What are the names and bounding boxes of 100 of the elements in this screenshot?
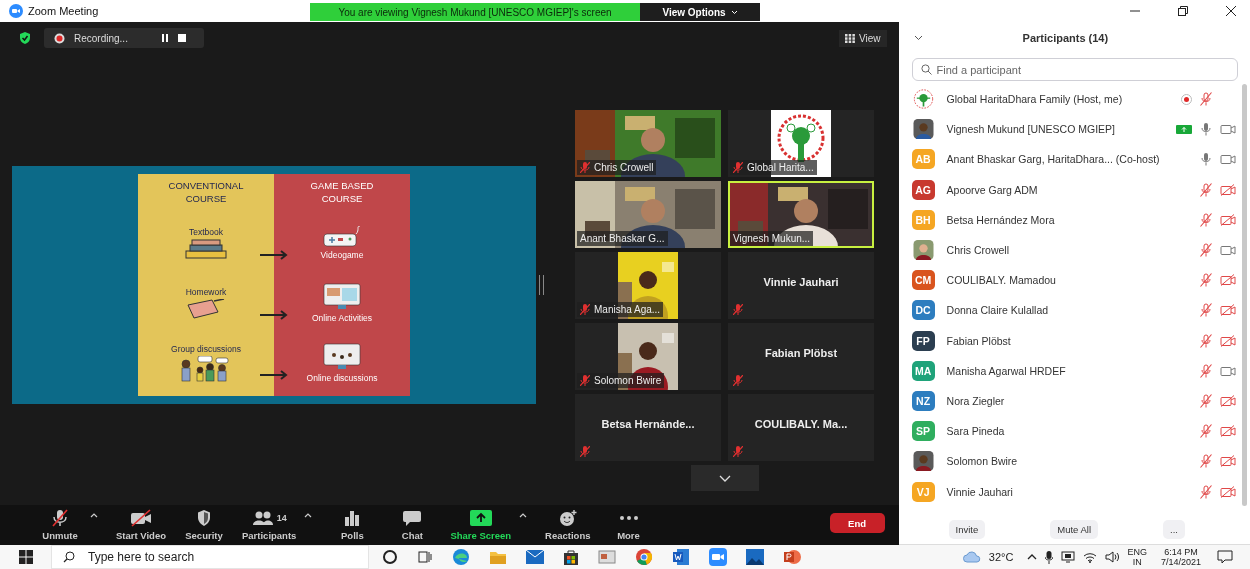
muted-mic-icon[interactable] xyxy=(1199,212,1213,227)
window-app-icon[interactable] xyxy=(598,549,616,565)
shield-icon[interactable] xyxy=(18,31,32,45)
chevron-down-icon[interactable] xyxy=(913,35,923,41)
toolbar-button[interactable]: Share Screen xyxy=(442,509,520,541)
toolbar-button[interactable]: Unmute xyxy=(30,509,90,541)
pause-icon[interactable] xyxy=(161,34,169,42)
restore-icon[interactable] xyxy=(1178,6,1188,16)
taskbar-search-field[interactable]: Type here to search xyxy=(51,545,369,569)
toolbar-button[interactable]: Security xyxy=(174,509,234,541)
avatar: FP xyxy=(911,330,935,351)
muted-mic-icon[interactable] xyxy=(1199,333,1213,348)
chevron-up-icon[interactable] xyxy=(1027,554,1038,560)
video-off-icon[interactable] xyxy=(1220,183,1236,196)
participant-name: Manisha Aga... xyxy=(594,304,661,315)
video-icon[interactable] xyxy=(1220,364,1236,377)
participant-name[interactable]: Vignesh Mukund [UNESCO MGIEP] xyxy=(946,123,1176,136)
folder-icon[interactable] xyxy=(489,549,507,565)
muted-mic-icon[interactable] xyxy=(1199,424,1213,439)
slide-heading: GAME BASED COURSE xyxy=(309,178,375,206)
sharing-banner: You are viewing Vignesh Mukund [UNESCO MGIEP]'s screen xyxy=(310,3,640,21)
scrollbar[interactable] xyxy=(1242,84,1247,506)
participant-name: Global Harita... xyxy=(747,162,814,173)
participant-name[interactable]: Manisha Agarwal HRDEF xyxy=(946,364,1199,377)
panel-button[interactable]: ... xyxy=(1163,519,1185,539)
participant-name[interactable]: Sara Pineda xyxy=(946,425,1199,438)
browser-icon[interactable] xyxy=(452,548,470,566)
monitor-icon[interactable] xyxy=(1061,551,1076,563)
clock-date[interactable]: 7/14/2021 xyxy=(1160,557,1201,567)
caret-icon[interactable] xyxy=(90,513,98,518)
toolbar-button[interactable]: Start Video xyxy=(108,509,174,541)
view-options-button[interactable]: View Options xyxy=(640,3,760,21)
participant-name[interactable]: Betsa Hernández Mora xyxy=(946,213,1199,226)
participant-name[interactable]: Solomon Bwire xyxy=(946,455,1199,468)
circle-icon[interactable] xyxy=(382,549,398,565)
video-app-icon[interactable] xyxy=(709,548,727,566)
close-icon[interactable] xyxy=(1226,6,1236,16)
participant-name[interactable]: Chris Crowell xyxy=(946,244,1199,257)
video-icon[interactable] xyxy=(1220,153,1236,166)
avatar: BH xyxy=(911,209,935,230)
split-handle[interactable] xyxy=(539,274,544,295)
photos-icon[interactable] xyxy=(746,549,764,565)
bar-chart-icon xyxy=(343,509,362,527)
video-off-icon[interactable] xyxy=(1220,274,1236,287)
muted-mic-icon[interactable] xyxy=(1199,243,1213,258)
toolbar-button[interactable]: Polls xyxy=(322,509,383,541)
view-button[interactable]: View xyxy=(839,29,887,47)
books-icon xyxy=(184,238,228,259)
end-button[interactable]: End xyxy=(829,513,885,533)
cloud-icon[interactable] xyxy=(962,551,981,563)
participant-name[interactable]: COULIBALY. Mamadou xyxy=(946,274,1199,287)
video-icon[interactable] xyxy=(1220,244,1236,257)
mail-icon[interactable] xyxy=(526,550,544,564)
muted-mic-icon[interactable] xyxy=(1199,92,1213,107)
toolbar-button[interactable]: 14 Participants xyxy=(234,509,305,541)
document-app-icon[interactable] xyxy=(672,548,690,566)
participant-name[interactable]: Anant Bhaskar Garg, HaritaDhara... (Co-host) xyxy=(946,153,1199,166)
video-icon[interactable] xyxy=(1220,123,1236,136)
video-off-icon[interactable] xyxy=(1220,455,1236,468)
video-off-icon[interactable] xyxy=(1220,213,1236,226)
video-off-icon[interactable] xyxy=(1220,425,1236,438)
participant-name[interactable]: Fabian Plöbst xyxy=(946,334,1199,347)
participant-name[interactable]: Apoorve Garg ADM xyxy=(946,183,1199,196)
muted-mic-icon[interactable] xyxy=(1199,363,1213,378)
muted-mic-icon[interactable] xyxy=(1199,182,1213,197)
clock-time[interactable]: 6:14 PM xyxy=(1164,547,1198,557)
video-off-icon[interactable] xyxy=(1220,304,1236,317)
temperature[interactable]: 32°C xyxy=(988,551,1014,563)
language-indicator[interactable]: ENG xyxy=(1127,547,1147,557)
presentation-app-icon[interactable] xyxy=(783,548,801,566)
region-indicator[interactable]: IN xyxy=(1132,557,1142,567)
toolbar-button[interactable]: Chat xyxy=(382,509,443,541)
participant-name[interactable]: Nora Ziegler xyxy=(946,394,1199,407)
muted-mic-icon[interactable] xyxy=(1199,273,1213,288)
video-off-icon[interactable] xyxy=(1220,334,1236,347)
video-off-icon[interactable] xyxy=(1220,485,1236,498)
muted-mic-icon[interactable] xyxy=(1199,303,1213,318)
mic-icon[interactable] xyxy=(1045,550,1054,564)
windows-start-icon[interactable] xyxy=(19,550,33,564)
muted-mic-icon[interactable] xyxy=(1199,393,1213,408)
toolbar-button[interactable]: More xyxy=(598,509,659,541)
participant-name[interactable]: Donna Claire Kulallad xyxy=(946,304,1199,317)
muted-mic-icon[interactable] xyxy=(1199,454,1213,469)
participant-name[interactable]: Global HaritaDhara Family (Host, me) xyxy=(946,93,1181,106)
panel-button[interactable]: Mute All xyxy=(1050,519,1099,539)
caret-icon[interactable] xyxy=(519,513,528,518)
shopping-bag-icon[interactable] xyxy=(563,549,579,565)
panel-button[interactable]: Invite xyxy=(948,519,986,539)
participant-name[interactable]: Vinnie Jauhari xyxy=(946,485,1199,498)
wifi-icon[interactable] xyxy=(1083,551,1098,563)
toolbar-button[interactable]: Reactions xyxy=(537,509,599,541)
search-field[interactable]: Find a participant xyxy=(911,58,1238,81)
panel-title: Participants (14) xyxy=(1022,32,1109,44)
video-off-icon[interactable] xyxy=(1220,394,1236,407)
speaker-icon[interactable] xyxy=(1105,551,1120,563)
chrome-browser-icon[interactable] xyxy=(635,548,653,566)
caret-icon[interactable] xyxy=(304,513,313,518)
muted-mic-icon[interactable] xyxy=(1199,484,1213,499)
notification-icon[interactable] xyxy=(1217,550,1233,564)
task-view-icon[interactable] xyxy=(417,549,433,565)
